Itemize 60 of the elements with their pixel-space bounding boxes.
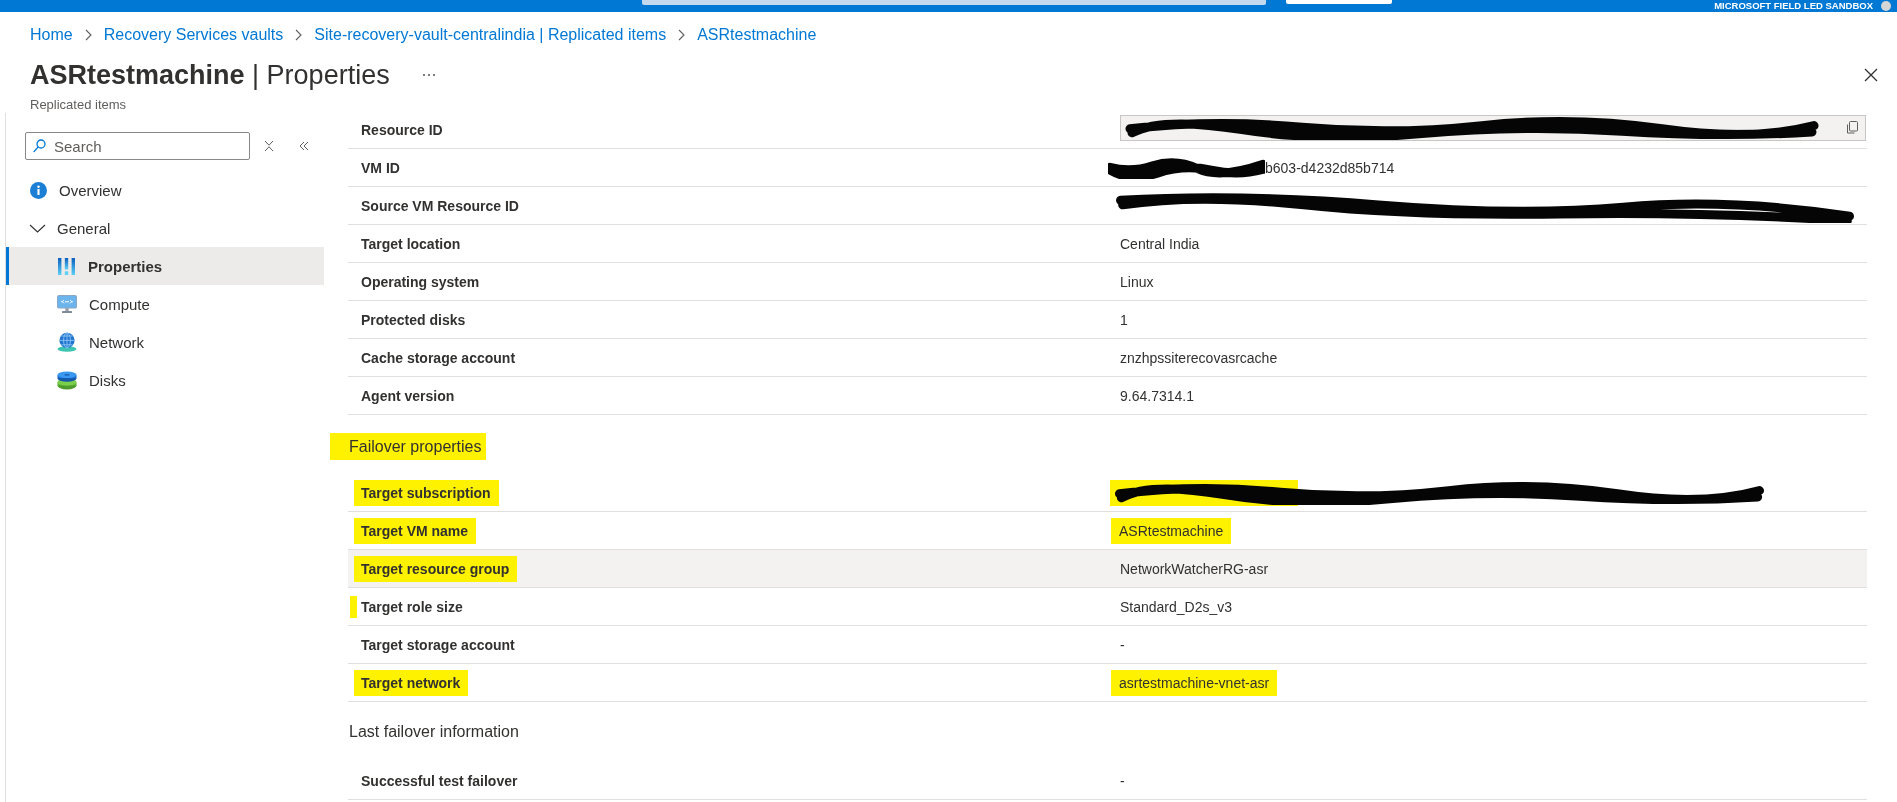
property-label: Target network bbox=[354, 669, 469, 696]
inward-chevrons-icon[interactable] bbox=[264, 140, 274, 152]
chevron-right-icon bbox=[295, 28, 303, 41]
property-value: asrtestmachine-vnet-asr bbox=[1111, 669, 1278, 696]
search-field[interactable]: Search bbox=[25, 132, 250, 160]
close-icon[interactable] bbox=[1864, 68, 1878, 82]
nav-item[interactable]: Disks bbox=[6, 361, 324, 399]
breadcrumb-link[interactable]: Site-recovery-vault-centralindia | Replicated items bbox=[314, 25, 667, 44]
account-name[interactable]: MICROSOFT FIELD LED SANDBOX bbox=[1714, 0, 1873, 12]
property-value: b603-d4232d85b714 bbox=[1265, 158, 1395, 177]
property-label: Target role size bbox=[361, 597, 463, 616]
search-field[interactable] bbox=[642, 0, 1266, 5]
info-icon bbox=[30, 181, 47, 199]
copy-icon[interactable] bbox=[1846, 121, 1858, 134]
nav-item[interactable]: Overview bbox=[6, 171, 324, 209]
property-value: NetworkWatcherRG-asr bbox=[1120, 559, 1269, 578]
property-value: Linux bbox=[1120, 272, 1154, 291]
property-label: Resource ID bbox=[361, 120, 443, 139]
breadcrumb-link[interactable]: Recovery Services vaults bbox=[103, 25, 284, 44]
property-value: 1 bbox=[1120, 310, 1128, 329]
property-label: Target resource group bbox=[354, 555, 518, 582]
property-label: Target VM name bbox=[354, 517, 477, 544]
page-subtitle: Replicated items bbox=[30, 96, 127, 113]
double-chevron-left-icon[interactable] bbox=[299, 141, 309, 151]
avatar-icon[interactable] bbox=[1881, 1, 1891, 11]
property-label: Target subscription bbox=[354, 479, 499, 506]
property-label: Operating system bbox=[361, 272, 480, 291]
property-value: Standard_D2s_v3 bbox=[1120, 597, 1233, 616]
property-label: Cache storage account bbox=[361, 348, 516, 367]
nav-item[interactable]: Properties bbox=[6, 247, 324, 285]
nav-item[interactable]: Compute bbox=[6, 285, 324, 323]
page-title: ASRtestmachine | Properties bbox=[30, 59, 390, 92]
section-heading: Last failover information bbox=[349, 723, 519, 740]
disk-stack-icon bbox=[57, 370, 77, 390]
property-label: Source VM Resource ID bbox=[361, 196, 519, 215]
search-input[interactable]: Search bbox=[54, 137, 234, 155]
bars-icon bbox=[57, 256, 76, 276]
property-label: VM ID bbox=[361, 158, 400, 177]
property-value: znzhpssiterecovasrcache bbox=[1120, 348, 1278, 367]
property-value: ASRtestmachine bbox=[1111, 517, 1232, 544]
property-label: Target location bbox=[361, 234, 461, 253]
more-icon[interactable] bbox=[421, 73, 436, 77]
monitor-icon bbox=[57, 295, 77, 313]
breadcrumb-link[interactable]: Home bbox=[30, 25, 73, 44]
chevron-right-icon bbox=[678, 28, 686, 41]
property-label: Target storage account bbox=[361, 635, 515, 654]
property-value: Central India bbox=[1120, 234, 1200, 253]
property-label: Agent version bbox=[361, 386, 455, 405]
property-value: 9.64.7314.1 bbox=[1120, 386, 1194, 405]
property-value: - bbox=[1120, 771, 1125, 790]
search-icon bbox=[33, 139, 46, 153]
property-label: Successful test failover bbox=[361, 771, 518, 790]
section-heading: Failover properties bbox=[330, 433, 486, 460]
chevron-right-icon bbox=[84, 28, 92, 41]
property-label: Protected disks bbox=[361, 310, 466, 329]
property-value: - bbox=[1120, 635, 1125, 654]
nav-group[interactable]: General bbox=[6, 209, 324, 247]
globe-icon bbox=[57, 332, 77, 352]
nav-item[interactable]: Network bbox=[6, 323, 324, 361]
breadcrumb-link[interactable]: ASRtestmachine bbox=[697, 25, 817, 44]
